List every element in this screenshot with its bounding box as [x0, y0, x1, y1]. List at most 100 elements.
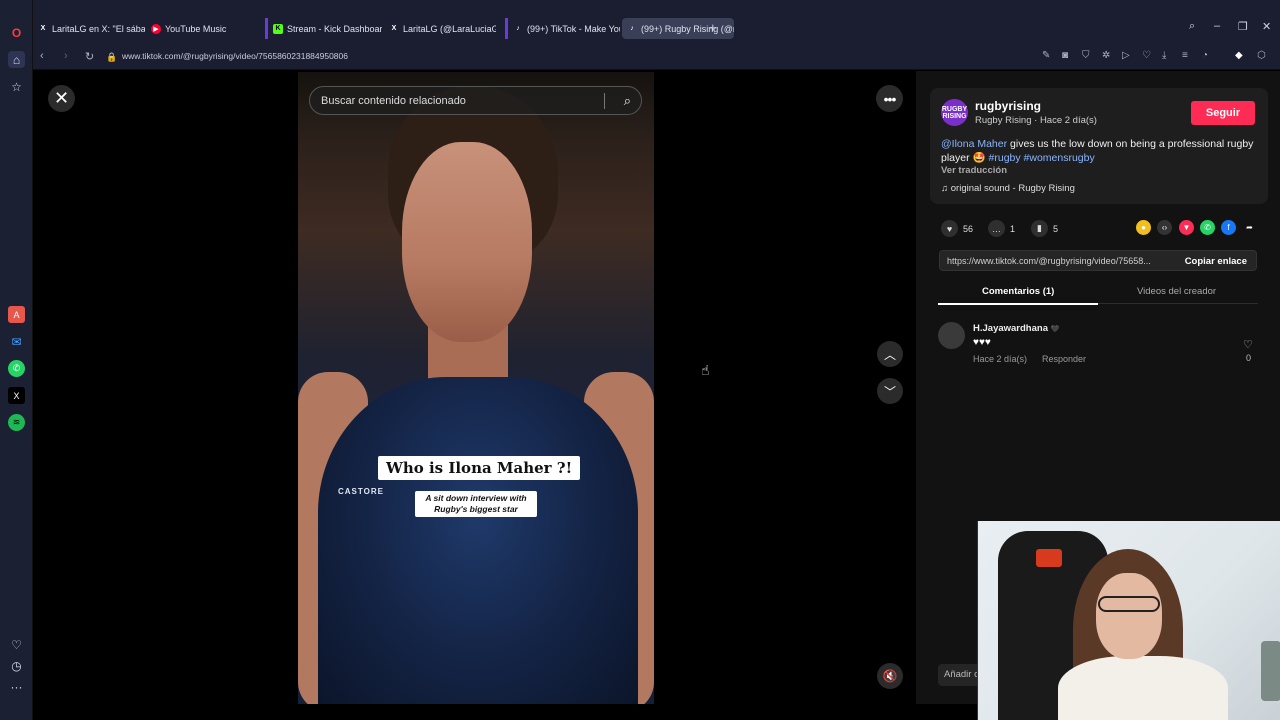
- profile-icon[interactable]: ◔: [1202, 50, 1208, 61]
- author-badge: 🖤: [1050, 326, 1060, 333]
- tab-x-profile[interactable]: X LaritaLG (@LaraLuciaGarc: [384, 18, 496, 39]
- shield-icon[interactable]: ⛉: [1082, 50, 1090, 61]
- hashtag-links[interactable]: #rugby #womensrugby: [989, 152, 1095, 164]
- reply-button[interactable]: Responder: [1042, 354, 1086, 364]
- url-field[interactable]: www.tiktok.com/@rugbyrising/video/756586…: [122, 51, 348, 61]
- bookmark-icon: ▮: [1031, 220, 1048, 237]
- messenger-icon[interactable]: ✉: [8, 333, 25, 350]
- tab-label: (99+) TikTok - Make Your D: [527, 23, 620, 34]
- opera-icon[interactable]: O: [8, 24, 25, 41]
- coin-share-icon[interactable]: ●: [1136, 220, 1151, 235]
- mention-link[interactable]: @Ilona Maher: [941, 138, 1007, 150]
- creator-subtitle: Rugby Rising · Hace 2 día(s): [975, 115, 1097, 126]
- tab-tiktok[interactable]: ♪ (99+) TikTok - Make Your D: [505, 18, 620, 39]
- mouse-cursor: ☝: [701, 362, 710, 378]
- avatar[interactable]: [938, 322, 965, 349]
- comment-time: Hace 2 día(s): [973, 354, 1028, 364]
- tab-bar: X LaritaLG en X: "El sábado l ▶ YouTube …: [33, 0, 1280, 44]
- back-icon[interactable]: ‹: [40, 50, 44, 62]
- share-arrow-icon[interactable]: ➦: [1242, 220, 1257, 235]
- tab-label: LaritaLG en X: "El sábado l: [52, 23, 145, 34]
- sound-link[interactable]: ♫ original sound - Rugby Rising: [941, 183, 1075, 194]
- new-tab-button[interactable]: +: [709, 20, 717, 35]
- cougar-logo: [1036, 549, 1062, 567]
- video-caption-subtitle: A sit down interview with Rugby's bigges…: [415, 491, 537, 517]
- forward-icon[interactable]: ›: [64, 50, 68, 62]
- more-icon[interactable]: ···: [8, 678, 25, 695]
- comment-author[interactable]: H.Jayawardhana 🖤: [973, 323, 1059, 334]
- comment-stat[interactable]: … 1: [988, 220, 1015, 237]
- save-stat[interactable]: ▮ 5: [1031, 220, 1058, 237]
- save-count: 5: [1053, 223, 1059, 234]
- tab-rugby-rising[interactable]: ♪ (99+) Rugby Rising (@rug: [622, 18, 734, 39]
- extensions-icon[interactable]: ✲: [1102, 50, 1110, 61]
- tab-comments[interactable]: Comentarios (1): [982, 286, 1054, 297]
- like-count: 56: [963, 223, 974, 234]
- mute-button[interactable]: 🔇: [877, 663, 903, 689]
- x-icon[interactable]: X: [8, 387, 25, 404]
- creator-username[interactable]: rugbyrising: [975, 99, 1041, 113]
- facebook-share-icon[interactable]: f: [1221, 220, 1236, 235]
- settings-icon[interactable]: ⬡: [1257, 50, 1266, 61]
- more-options-button[interactable]: •••: [876, 85, 903, 112]
- camera-icon[interactable]: ◙: [1062, 50, 1068, 61]
- search-icon[interactable]: ⌕: [624, 93, 631, 109]
- share-link-url[interactable]: https://www.tiktok.com/@rugbyrising/vide…: [947, 256, 1171, 266]
- play-icon[interactable]: ▷: [1122, 50, 1130, 61]
- tiktok-icon: ♪: [630, 25, 634, 32]
- tab-x-post[interactable]: X LaritaLG en X: "El sábado l: [33, 18, 145, 39]
- browser-sidebar: O ⌂ ☆ A ✉ ✆ X ≋ ♡ ◷ ···: [0, 0, 33, 720]
- close-icon[interactable]: ✕: [1262, 20, 1271, 33]
- next-video-button[interactable]: ﹀: [877, 378, 903, 404]
- send-icon[interactable]: ▼: [1179, 220, 1194, 235]
- related-search-input[interactable]: Buscar contenido relacionado ⌕: [309, 86, 642, 115]
- embed-icon[interactable]: ‹›: [1157, 220, 1172, 235]
- video-player[interactable]: CASTORE Who is Ilona Maher ?! A sit down…: [298, 72, 654, 704]
- heart-icon[interactable]: ♡: [1142, 50, 1151, 61]
- search-icon[interactable]: ⌕: [1189, 20, 1195, 33]
- tab-youtube-music[interactable]: ▶ YouTube Music: [146, 18, 258, 39]
- video-caption-title: Who is Ilona Maher ?!: [378, 456, 581, 480]
- tab-label: Stream - Kick Dashboard: [287, 23, 382, 34]
- lock-icon: 🔒: [106, 52, 118, 62]
- menu-icon[interactable]: ≡: [1182, 50, 1188, 61]
- tab-creator-videos[interactable]: Videos del creador: [1137, 286, 1216, 297]
- comment-text: ♥♥♥: [973, 337, 991, 348]
- comment-like-count: 0: [1246, 353, 1252, 363]
- comment-count: 1: [1010, 223, 1016, 234]
- active-tab-indicator: [938, 303, 1098, 305]
- aria-icon[interactable]: A: [8, 306, 25, 323]
- comment-like-icon[interactable]: ♡: [1243, 338, 1253, 351]
- share-link-box: https://www.tiktok.com/@rugbyrising/vide…: [939, 250, 1257, 271]
- minimize-icon[interactable]: –: [1214, 20, 1220, 32]
- heart-icon[interactable]: ♡: [8, 636, 25, 653]
- tab-kick-dashboard[interactable]: K Stream - Kick Dashboard: [265, 18, 382, 39]
- wallet-icon[interactable]: ◆: [1235, 50, 1243, 61]
- tab-label: (99+) Rugby Rising (@rug: [641, 23, 734, 34]
- copy-link-button[interactable]: Copiar enlace: [1185, 256, 1247, 267]
- tab-label: YouTube Music: [165, 23, 227, 34]
- address-bar: ‹ › ↻ 🔒 www.tiktok.com/@rugbyrising/vide…: [33, 44, 1280, 70]
- home-icon[interactable]: ⌂: [8, 51, 25, 68]
- music-note-icon: ♫: [941, 183, 951, 194]
- tiktok-icon: ♪: [516, 25, 520, 32]
- castore-logo: CASTORE: [338, 487, 384, 496]
- close-video-button[interactable]: ✕: [48, 85, 75, 112]
- previous-video-button[interactable]: ︿: [877, 341, 903, 367]
- history-icon[interactable]: ◷: [8, 657, 25, 674]
- edit-icon[interactable]: ✎: [1042, 50, 1050, 61]
- like-stat[interactable]: ♥ 56: [941, 220, 973, 237]
- creator-avatar[interactable]: RUGBY RISING: [941, 99, 968, 126]
- post-description: @Ilona Maher gives us the low down on be…: [941, 137, 1261, 165]
- webcam-overlay: [977, 521, 1280, 720]
- download-icon[interactable]: ⤓: [1162, 50, 1166, 61]
- panel-tabs: Comentarios (1) Videos del creador: [938, 284, 1258, 304]
- reload-icon[interactable]: ↻: [85, 50, 94, 63]
- whatsapp-icon[interactable]: ✆: [8, 360, 25, 377]
- spotify-icon[interactable]: ≋: [8, 414, 25, 431]
- bookmark-icon[interactable]: ☆: [8, 78, 25, 95]
- restore-icon[interactable]: ❐: [1238, 20, 1248, 33]
- translate-link[interactable]: Ver traducción: [941, 165, 1007, 176]
- whatsapp-share-icon[interactable]: ✆: [1200, 220, 1215, 235]
- follow-button[interactable]: Seguir: [1191, 101, 1255, 125]
